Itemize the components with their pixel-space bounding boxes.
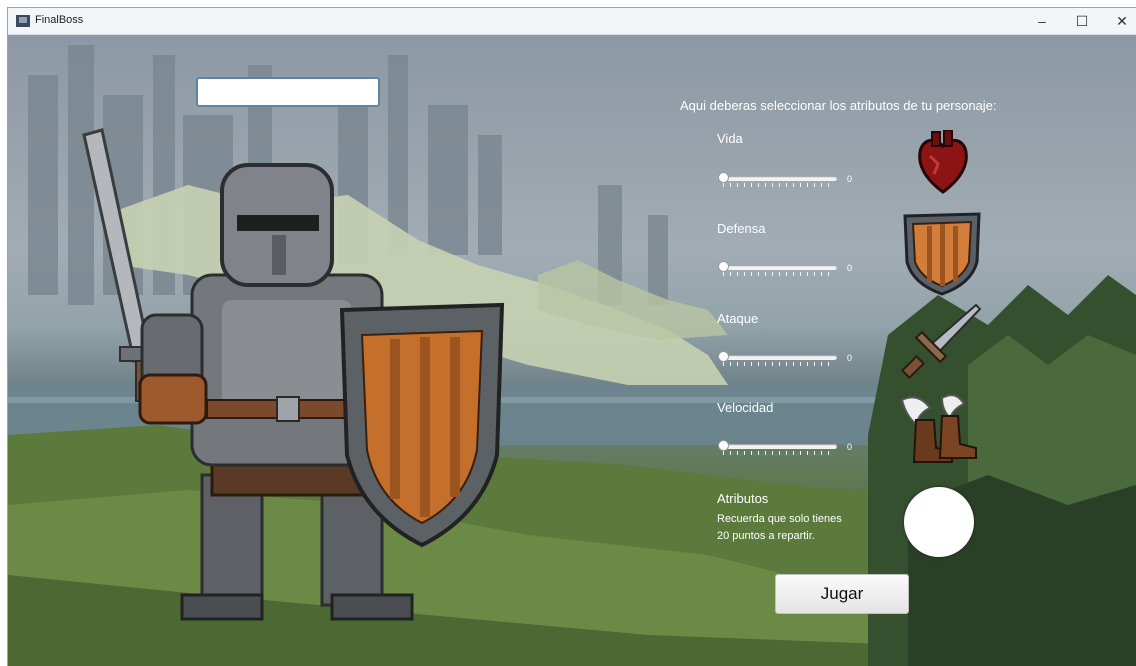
velocidad-slider-ticks xyxy=(723,451,835,455)
vida-slider-thumb[interactable] xyxy=(718,172,729,183)
ataque-slider[interactable] xyxy=(718,351,839,366)
atributos-title: Atributos xyxy=(717,491,769,506)
velocidad-slider-thumb[interactable] xyxy=(718,440,729,451)
defensa-slider[interactable] xyxy=(718,261,839,276)
character-creation-panel: Aqui deberas seleccionar los atributos d… xyxy=(8,35,1136,666)
velocidad-slider[interactable] xyxy=(718,440,839,455)
velocidad-slider-track xyxy=(721,444,837,449)
heart-icon xyxy=(918,130,968,194)
vida-slider-track xyxy=(721,176,837,181)
vida-label: Vida xyxy=(717,131,743,146)
close-button[interactable]: ✕ xyxy=(1102,8,1136,34)
defensa-slider-ticks xyxy=(723,272,835,276)
points-note-line1: Recuerda que solo tienes xyxy=(717,513,842,525)
velocidad-label: Velocidad xyxy=(717,400,774,415)
shield-icon xyxy=(903,212,981,296)
title-bar[interactable]: FinalBoss – ☐ ✕ xyxy=(8,8,1136,35)
ataque-slider-ticks xyxy=(723,362,835,366)
points-progress-indicator xyxy=(904,487,974,557)
points-progress-text: 0% xyxy=(934,559,945,566)
minimize-button[interactable]: – xyxy=(1022,8,1062,34)
character-name-input[interactable] xyxy=(196,77,380,107)
ataque-label: Ataque xyxy=(717,311,759,326)
play-button[interactable]: Jugar xyxy=(775,574,909,614)
points-note-line2: 20 puntos a repartir. xyxy=(717,530,815,542)
defensa-slider-track xyxy=(721,265,837,270)
ataque-slider-thumb[interactable] xyxy=(718,351,729,362)
ataque-slider-track xyxy=(721,355,837,360)
ataque-value: 0 xyxy=(847,353,853,363)
vida-slider[interactable] xyxy=(718,172,839,187)
app-window: FinalBoss – ☐ ✕ Aqui deberas seleccionar… xyxy=(8,8,1136,666)
vida-value: 0 xyxy=(847,174,853,184)
vida-slider-ticks xyxy=(723,183,835,187)
defensa-label: Defensa xyxy=(717,221,766,236)
defensa-slider-thumb[interactable] xyxy=(718,261,729,272)
attributes-prompt: Aqui deberas seleccionar los atributos d… xyxy=(680,98,997,113)
defensa-value: 0 xyxy=(847,263,853,273)
winged-boots-icon xyxy=(900,394,977,463)
sword-icon xyxy=(900,303,982,380)
maximize-button[interactable]: ☐ xyxy=(1062,8,1102,34)
knight-illustration xyxy=(82,128,505,621)
window-title: FinalBoss xyxy=(35,14,84,26)
velocidad-value: 0 xyxy=(847,442,853,452)
app-icon xyxy=(16,15,30,27)
